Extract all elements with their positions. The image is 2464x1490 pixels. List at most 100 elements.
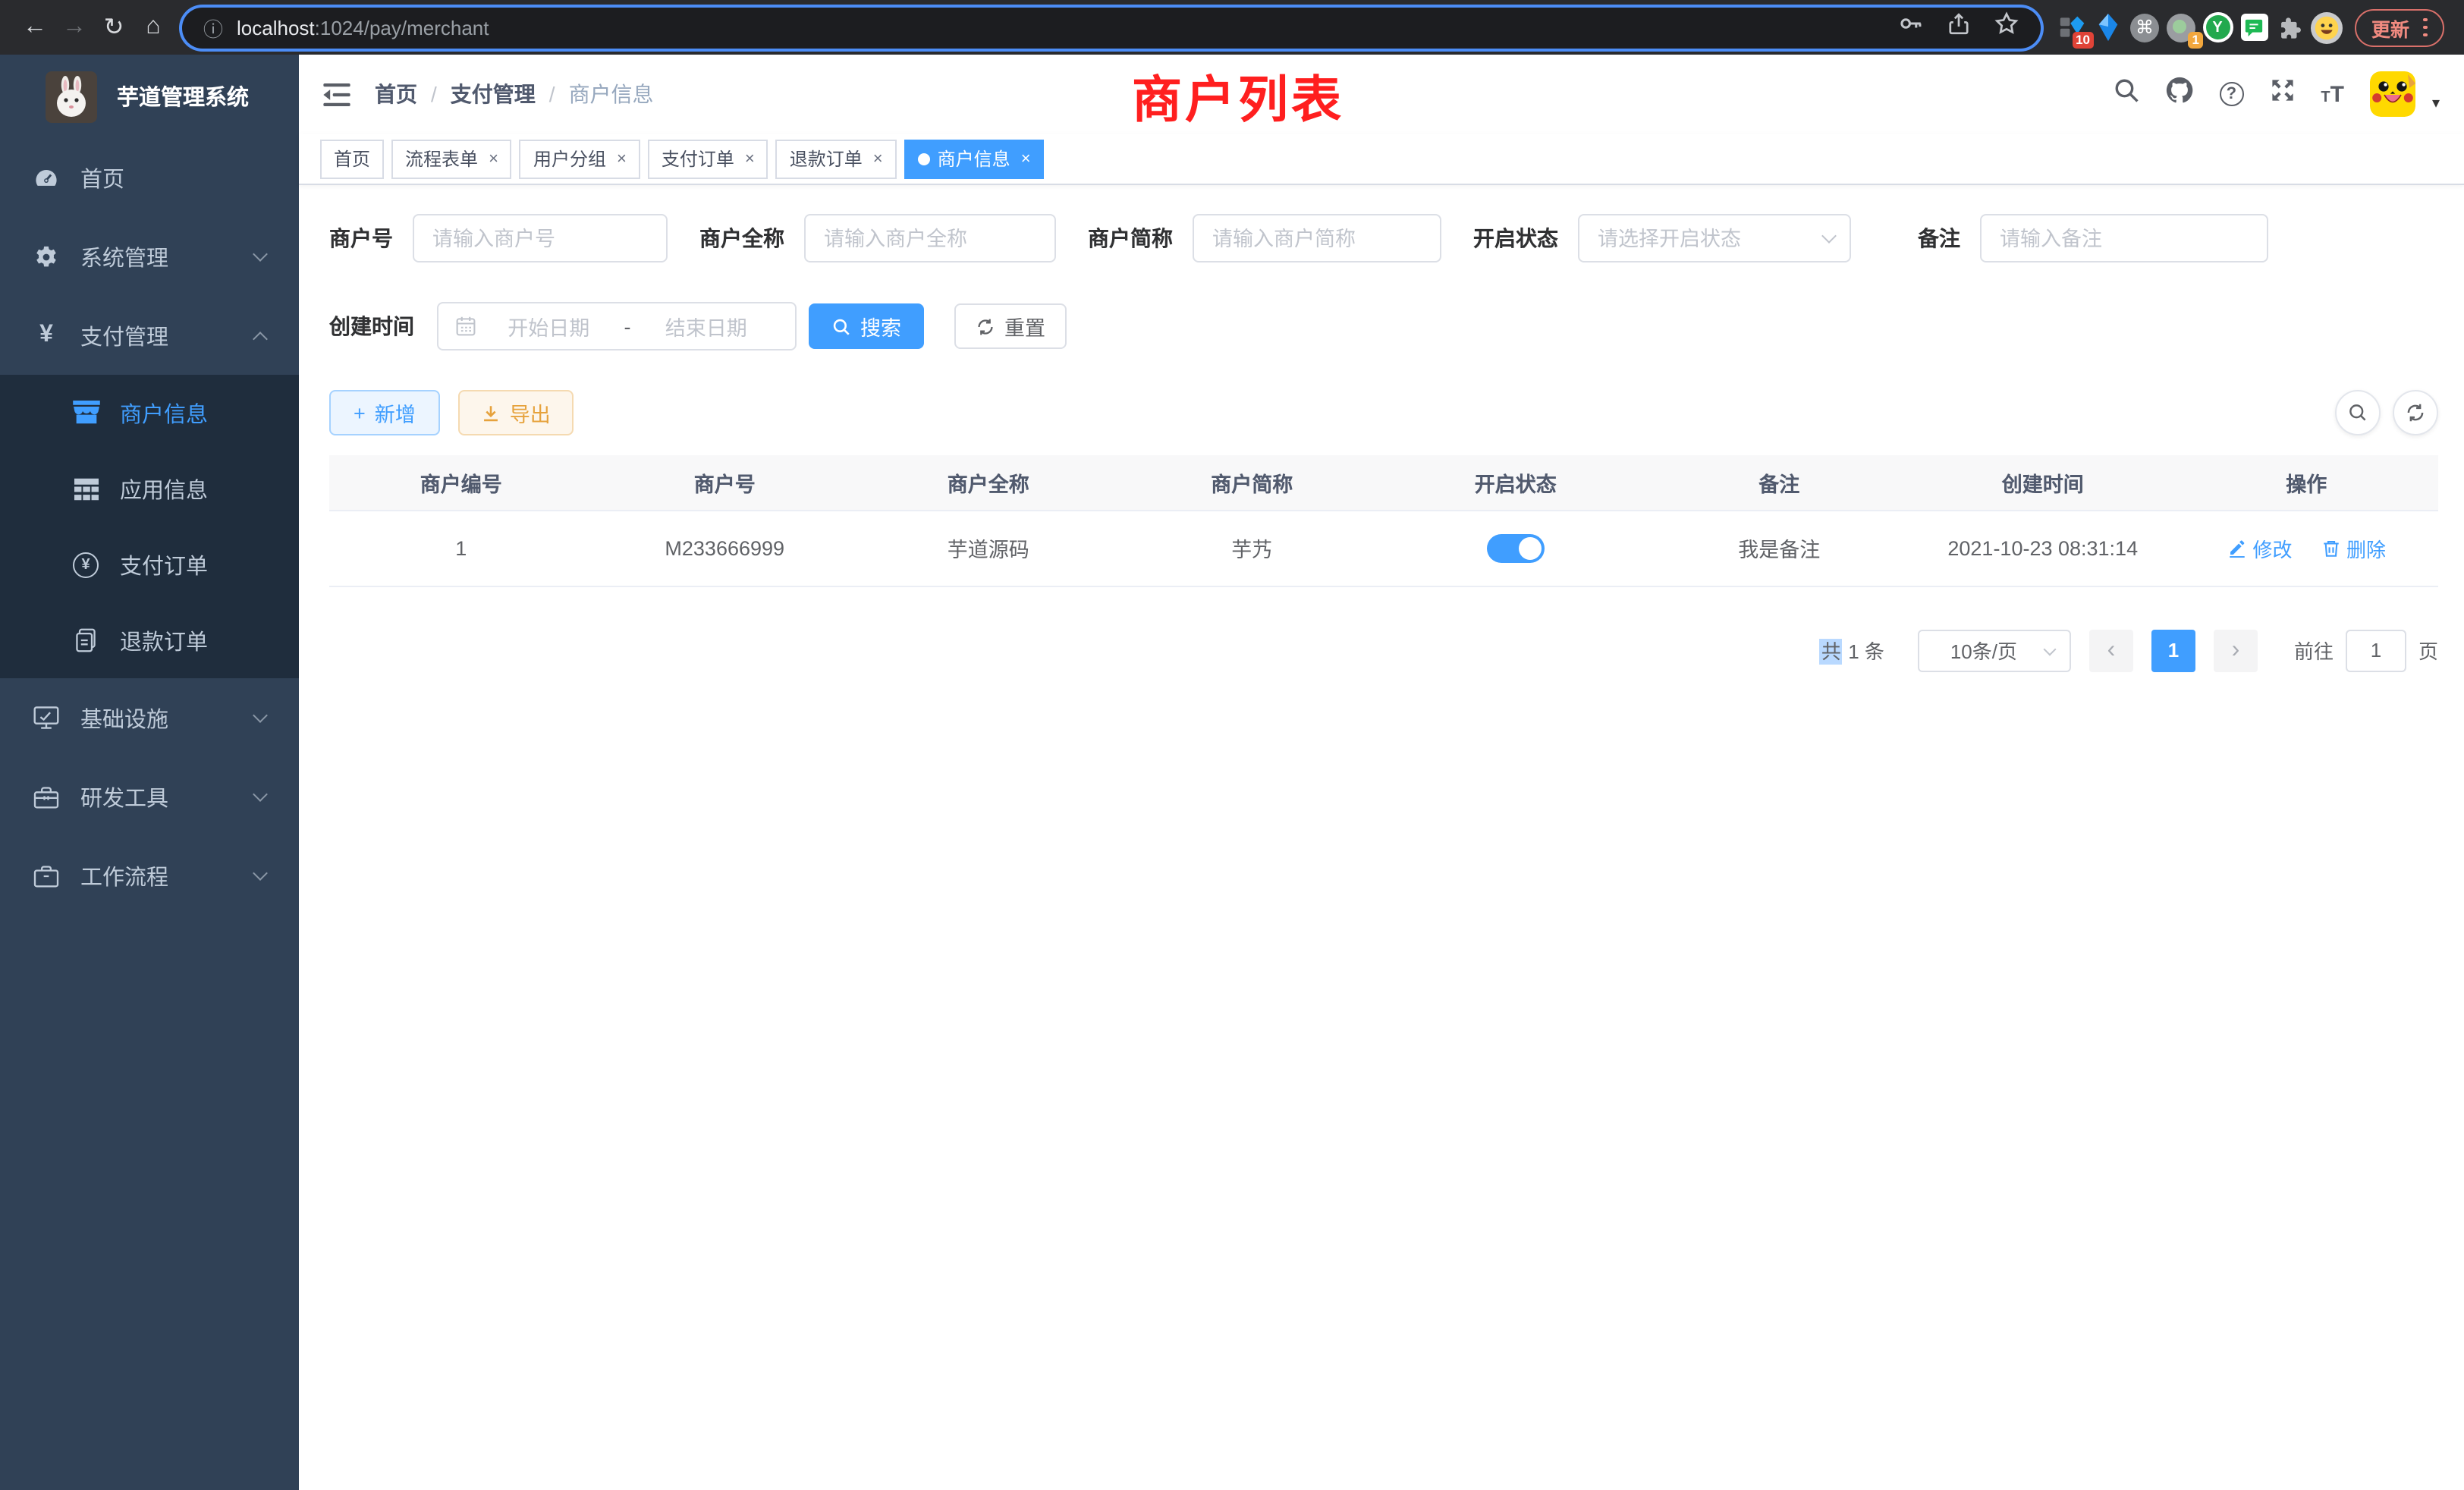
chevron-down-icon — [253, 708, 268, 723]
cell-short-name: 芋艿 — [1120, 510, 1384, 586]
ext-kite-icon[interactable] — [2092, 11, 2124, 44]
tab-close-icon[interactable]: × — [617, 149, 627, 168]
date-range-picker[interactable]: 开始日期 - 结束日期 — [437, 302, 797, 350]
sidebar-item-refund[interactable]: 退款订单 — [0, 602, 299, 678]
merchant-no-input[interactable] — [413, 214, 668, 262]
extensions-puzzle-icon[interactable] — [2274, 11, 2306, 44]
refresh-icon — [2405, 402, 2426, 423]
export-button[interactable]: 导出 — [458, 390, 574, 435]
shop-icon — [71, 401, 100, 425]
browser-menu-icon[interactable] — [2423, 17, 2427, 37]
browser-profile-avatar[interactable] — [2311, 11, 2343, 44]
url-text[interactable]: localhost:1024/pay/merchant — [237, 16, 1898, 39]
site-info-icon[interactable]: ⓘ — [203, 13, 223, 42]
sidebar-item-system[interactable]: 系统管理 — [0, 217, 299, 296]
tags-view-bar: 首页 流程表单× 用户分组× 支付订单× 退款订单× 商户信息× — [299, 134, 2464, 185]
tab-home[interactable]: 首页 — [320, 139, 384, 178]
bookmark-star-icon[interactable] — [1994, 11, 2019, 44]
ext-badge: 10 — [2072, 32, 2094, 49]
date-end-placeholder[interactable]: 结束日期 — [634, 311, 779, 341]
github-icon[interactable] — [2164, 76, 2193, 112]
avatar-caret-icon[interactable]: ▾ — [2432, 95, 2440, 112]
sidebar-item-dev[interactable]: 研发工具 — [0, 757, 299, 836]
sidebar-item-home[interactable]: 首页 — [0, 138, 299, 217]
tab-close-icon[interactable]: × — [1021, 149, 1031, 168]
breadcrumb-home[interactable]: 首页 — [375, 79, 417, 109]
top-navbar: 首页 / 支付管理 / 商户信息 商户列表 ? — [299, 55, 2464, 134]
gear-icon — [32, 244, 61, 269]
tab-user-group[interactable]: 用户分组× — [520, 139, 640, 178]
password-key-icon[interactable] — [1898, 11, 1924, 44]
breadcrumb-separator: / — [431, 82, 437, 106]
cell-full-name: 芋道源码 — [856, 510, 1120, 586]
browser-back-icon[interactable]: ← — [15, 14, 55, 41]
browser-home-icon[interactable]: ⌂ — [134, 14, 173, 41]
goto-page-input[interactable] — [2346, 629, 2406, 671]
filter-row-1: 商户号 商户全称 商户简称 开启状态 — [329, 214, 2438, 262]
prev-page-button[interactable]: ‹ — [2089, 629, 2133, 671]
breadcrumb-separator: / — [549, 82, 555, 106]
date-start-placeholder[interactable]: 开始日期 — [476, 311, 621, 341]
next-page-button[interactable]: › — [2214, 629, 2258, 671]
sidebar-item-pay[interactable]: ¥ 支付管理 — [0, 296, 299, 375]
merchant-no-label: 商户号 — [329, 223, 393, 253]
hamburger-icon[interactable] — [323, 83, 350, 105]
full-name-input[interactable] — [804, 214, 1056, 262]
tab-merchant-info[interactable]: 商户信息× — [904, 139, 1045, 178]
remark-input[interactable] — [1980, 214, 2268, 262]
share-icon[interactable] — [1947, 11, 1971, 44]
sidebar-item-merchant[interactable]: 商户信息 — [0, 375, 299, 451]
browser-update-button[interactable]: 更新 — [2355, 8, 2444, 46]
remark-label: 备注 — [1918, 223, 1960, 253]
cell-merchant-id: 1 — [329, 510, 593, 586]
reset-button[interactable]: 重置 — [954, 303, 1067, 349]
breadcrumb-current: 商户信息 — [569, 79, 654, 109]
breadcrumb-pay[interactable]: 支付管理 — [451, 79, 536, 109]
page-size-select[interactable]: 10条/页 — [1918, 629, 2071, 671]
ext-tab-manager-icon[interactable]: 10 — [2056, 11, 2088, 44]
browser-forward-icon[interactable]: → — [55, 14, 94, 41]
goto-label: 前往 — [2294, 636, 2334, 665]
add-button[interactable]: + 新增 — [329, 390, 440, 435]
hide-search-button[interactable] — [2335, 390, 2381, 435]
tab-process-form[interactable]: 流程表单× — [391, 139, 512, 178]
col-short-name: 商户简称 — [1120, 455, 1384, 510]
app-logo[interactable]: 芋道管理系统 — [0, 55, 299, 138]
tab-close-icon[interactable]: × — [489, 149, 498, 168]
ext-command-icon[interactable]: ⌘ — [2129, 11, 2161, 44]
ext-chat-icon[interactable] — [2238, 11, 2270, 44]
search-icon[interactable] — [2113, 77, 2139, 111]
ext-y-icon[interactable]: Y — [2202, 11, 2233, 44]
help-icon[interactable]: ? — [2219, 82, 2243, 106]
sidebar-item-order[interactable]: ¥ 支付订单 — [0, 527, 299, 602]
sidebar-item-infra[interactable]: 基础设施 — [0, 678, 299, 757]
page-1-button[interactable]: 1 — [2151, 629, 2195, 671]
full-name-label: 商户全称 — [699, 223, 784, 253]
chevron-up-icon — [253, 331, 268, 346]
address-bar[interactable]: ⓘ localhost:1024/pay/merchant — [182, 7, 2041, 48]
short-name-input[interactable] — [1193, 214, 1441, 262]
ext-session-icon[interactable]: 1 — [2165, 11, 2197, 44]
col-merchant-no: 商户号 — [593, 455, 857, 510]
sidebar-item-workflow[interactable]: 工作流程 — [0, 836, 299, 915]
tab-close-icon[interactable]: × — [745, 149, 755, 168]
user-avatar[interactable] — [2370, 71, 2415, 117]
font-size-icon[interactable]: TT — [2321, 81, 2344, 107]
browser-reload-icon[interactable]: ↻ — [94, 12, 134, 42]
status-toggle[interactable] — [1487, 533, 1545, 562]
sidebar-item-app[interactable]: 应用信息 — [0, 451, 299, 527]
cell-create-time: 2021-10-23 08:31:14 — [1911, 510, 2175, 586]
filter-remark: 备注 — [1918, 214, 2268, 262]
breadcrumb: 首页 / 支付管理 / 商户信息 — [375, 79, 654, 109]
fullscreen-icon[interactable] — [2269, 77, 2295, 111]
search-button[interactable]: 搜索 — [809, 303, 924, 349]
logo-rabbit-image — [46, 71, 97, 122]
tab-close-icon[interactable]: × — [873, 149, 883, 168]
tab-refund-order[interactable]: 退款订单× — [776, 139, 897, 178]
edit-link[interactable]: 修改 — [2227, 533, 2292, 562]
tab-pay-order[interactable]: 支付订单× — [648, 139, 768, 178]
delete-link[interactable]: 删除 — [2321, 533, 2386, 562]
refresh-button[interactable] — [2393, 390, 2438, 435]
chevron-down-icon — [253, 247, 268, 262]
status-select[interactable] — [1578, 214, 1851, 262]
